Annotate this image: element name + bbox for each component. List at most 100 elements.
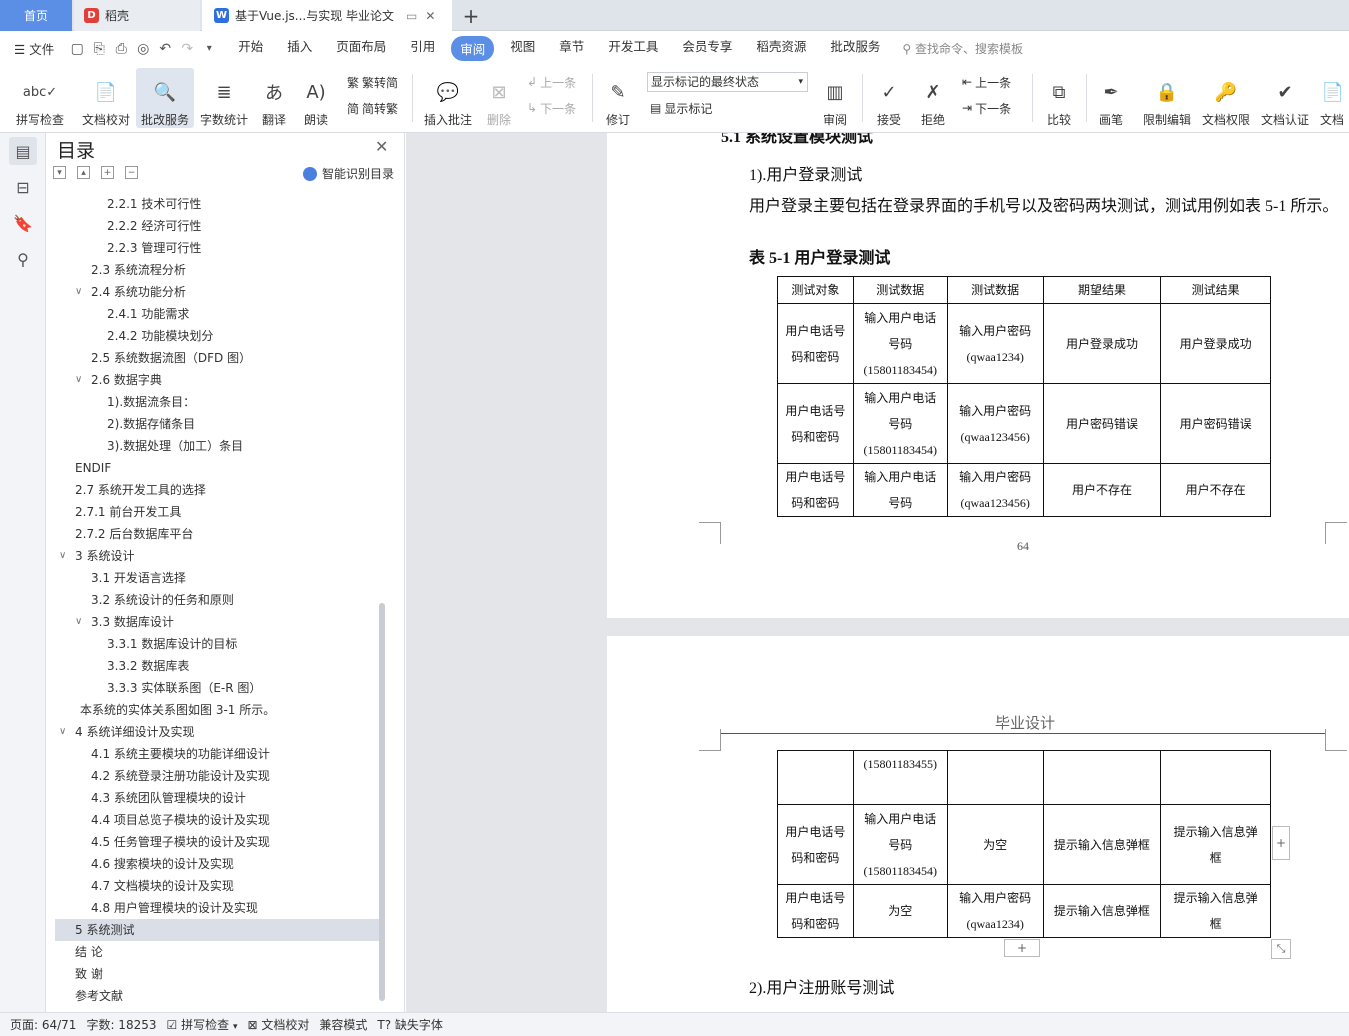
toc-item[interactable]: 4.1 系统主要模块的功能详细设计 <box>91 743 270 765</box>
table-cell[interactable]: 用户电话号 码和密码 <box>777 463 854 517</box>
undo-icon[interactable]: ↶ <box>154 41 176 57</box>
table-cell[interactable] <box>1042 750 1162 805</box>
table-cell[interactable]: 输入用户密码 (qwaa123456) <box>946 463 1044 517</box>
prev-comment-button[interactable]: ↲ 上一条 <box>527 72 576 92</box>
table-cell[interactable]: 用户不存在 <box>1042 463 1162 517</box>
translate-button[interactable]: あ翻译 <box>256 68 292 128</box>
menu-item-10[interactable]: 批改服务 <box>818 36 892 61</box>
search-icon[interactable]: ⚲ <box>9 245 37 273</box>
table-cell[interactable]: 输入用户电话 号码 (15801183454) <box>852 303 948 384</box>
toc-item[interactable]: 4.8 用户管理模块的设计及实现 <box>91 897 258 919</box>
redo-icon[interactable]: ↷ <box>176 41 198 57</box>
table-cell[interactable]: 用户电话号 码和密码 <box>777 804 854 885</box>
next-change-button[interactable]: ⇥ 下一条 <box>962 98 1011 118</box>
page-indicator[interactable]: 页面: 64/71 <box>10 1016 76 1033</box>
markup-state-select[interactable]: 显示标记的最终状态 ▾ <box>647 72 808 92</box>
menu-item-0[interactable]: 开始 <box>226 36 275 61</box>
toc-item[interactable]: 2.5 系统数据流图（DFD 图） <box>91 347 251 369</box>
toc-item[interactable]: 3.1 开发语言选择 <box>91 567 186 589</box>
accept-button[interactable]: ✓ 接受 <box>870 68 908 128</box>
table-cell[interactable]: 用户电话号 码和密码 <box>777 383 854 464</box>
proofread-status[interactable]: ⊠ 文档校对 <box>247 1016 309 1033</box>
menu-item-4[interactable]: 审阅 <box>451 36 495 61</box>
table-cell[interactable]: 提示输入信息弹框 <box>1042 884 1162 938</box>
file-menu[interactable]: ☰ 文件 <box>0 39 66 58</box>
table-cell[interactable]: 输入用户密码 (qwaa1234) <box>946 303 1044 384</box>
toc-item[interactable]: 3.3.1 数据库设计的目标 <box>107 633 237 655</box>
toc-item[interactable]: 结 论 <box>75 941 103 963</box>
export-icon[interactable]: ⎘ <box>88 41 110 57</box>
more-document-button[interactable]: 📄 文档 <box>1320 68 1349 128</box>
collapse-up-icon[interactable]: ▴ <box>77 166 90 179</box>
add-row-icon[interactable]: + <box>1004 939 1040 957</box>
simp-to-trad-button[interactable]: 简简转繁 <box>347 98 398 118</box>
expand-chevron-icon[interactable]: ∨ <box>75 611 82 633</box>
toc-item[interactable]: ∨ 4 系统详细设计及实现 <box>59 721 194 743</box>
track-changes-button[interactable]: ✎ 修订 <box>600 68 636 128</box>
table-cell[interactable]: 输入用户密码 (qwaa1234) <box>946 884 1044 938</box>
proofread-button[interactable]: 📄 文档校对 <box>78 68 134 128</box>
toc-item[interactable]: 3).数据处理（加工）条目 <box>107 435 243 457</box>
expand-chevron-icon[interactable]: ∨ <box>59 545 66 567</box>
table-cell[interactable] <box>946 750 1044 805</box>
menu-item-1[interactable]: 插入 <box>275 36 324 61</box>
new-tab-button[interactable]: + <box>458 0 484 31</box>
toc-item[interactable]: 4.2 系统登录注册功能设计及实现 <box>91 765 270 787</box>
toc-item[interactable]: 2.7.1 前台开发工具 <box>75 501 181 523</box>
delete-comment-button[interactable]: ⊠ 删除 <box>481 68 517 128</box>
next-comment-button[interactable]: ↳ 下一条 <box>527 98 576 118</box>
table-cell[interactable]: 提示输入信息弹框 <box>1042 804 1162 885</box>
compare-button[interactable]: ⧉ 比较 <box>1040 68 1078 128</box>
pen-button[interactable]: ✒ 画笔 <box>1094 68 1128 128</box>
toc-item[interactable]: 4.6 搜索模块的设计及实现 <box>91 853 234 875</box>
table-cell[interactable]: 用户密码错误 <box>1042 383 1162 464</box>
table-cell[interactable] <box>777 750 854 805</box>
menu-item-2[interactable]: 页面布局 <box>324 36 398 61</box>
expand-chevron-icon[interactable]: ∨ <box>75 281 82 303</box>
document-permission-button[interactable]: 🔑 文档权限 <box>1199 68 1253 128</box>
spell-check-status[interactable]: ☑ 拼写检查 ▾ <box>167 1016 238 1033</box>
save-icon[interactable]: ▢ <box>66 41 88 57</box>
table-cell[interactable]: 为空 <box>852 884 948 938</box>
toc-item[interactable]: 4.5 任务管理子模块的设计及实现 <box>91 831 270 853</box>
toc-item[interactable]: 2.2.2 经济可行性 <box>107 215 201 237</box>
table-cell[interactable]: 输入用户电话 号码 (15801183454) <box>852 383 948 464</box>
quick-access-dropdown-icon[interactable]: ▾ <box>198 43 220 54</box>
restrict-editing-button[interactable]: 🔒 限制编辑 <box>1140 68 1194 128</box>
show-markup-button[interactable]: ▤ 显示标记 <box>650 98 712 118</box>
missing-font-status[interactable]: T? 缺失字体 <box>377 1016 443 1033</box>
table-cell[interactable]: 输入用户密码 (qwaa123456) <box>946 383 1044 464</box>
spell-check-button[interactable]: abc✓ 拼写检查 <box>10 68 70 128</box>
menu-item-8[interactable]: 会员专享 <box>670 36 744 61</box>
toc-item[interactable]: ∨ 2.4 系统功能分析 <box>75 281 186 303</box>
table-cell[interactable]: 为空 <box>946 804 1044 885</box>
toc-item[interactable]: ∨ 3.3 数据库设计 <box>75 611 174 633</box>
read-aloud-button[interactable]: A) 朗读 <box>300 68 332 128</box>
smart-toc-button[interactable]: 智能识别目录 <box>303 165 394 182</box>
toc-item[interactable]: 5 系统测试 <box>55 919 379 941</box>
tab-daoke[interactable]: D 稻壳 <box>74 0 200 31</box>
compat-mode-status[interactable]: 兼容模式 <box>319 1016 367 1033</box>
table-cell[interactable]: 测试对象 <box>777 276 854 304</box>
toc-nav-icon[interactable]: ▤ <box>9 137 37 165</box>
toc-item[interactable]: ∨ 3 系统设计 <box>59 545 134 567</box>
reject-button[interactable]: ✗ 拒绝 <box>914 68 952 128</box>
insert-comment-button[interactable]: 💬 插入批注 <box>420 68 476 128</box>
toc-item[interactable]: 1).数据流条目： <box>107 391 195 413</box>
menu-item-9[interactable]: 稻壳资源 <box>744 36 818 61</box>
toc-item[interactable]: 本系统的实体关系图如图 3-1 所示。 <box>80 699 275 721</box>
menu-item-6[interactable]: 章节 <box>547 36 596 61</box>
table-cell[interactable]: 用户登录成功 <box>1042 303 1162 384</box>
toc-item[interactable]: 2.4.1 功能需求 <box>107 303 189 325</box>
trad-to-simp-button[interactable]: 繁繁转简 <box>347 72 398 92</box>
table-cell[interactable]: 用户电话号 码和密码 <box>777 884 854 938</box>
toc-item[interactable]: 2.3 系统流程分析 <box>91 259 186 281</box>
document-certification-button[interactable]: ✔ 文档认证 <box>1258 68 1312 128</box>
table-cell[interactable]: 期望结果 <box>1042 276 1162 304</box>
tab-home[interactable]: 首页 <box>0 0 72 31</box>
preview-icon[interactable]: ◎ <box>132 41 154 57</box>
prev-change-button[interactable]: ⇤ 上一条 <box>962 72 1011 92</box>
add-column-icon[interactable]: + <box>1272 826 1290 860</box>
tab-document[interactable]: W 基于Vue.js...与实现 毕业论文 ▭ ✕ <box>202 0 452 31</box>
toc-item[interactable]: 4.3 系统团队管理模块的设计 <box>91 787 246 809</box>
